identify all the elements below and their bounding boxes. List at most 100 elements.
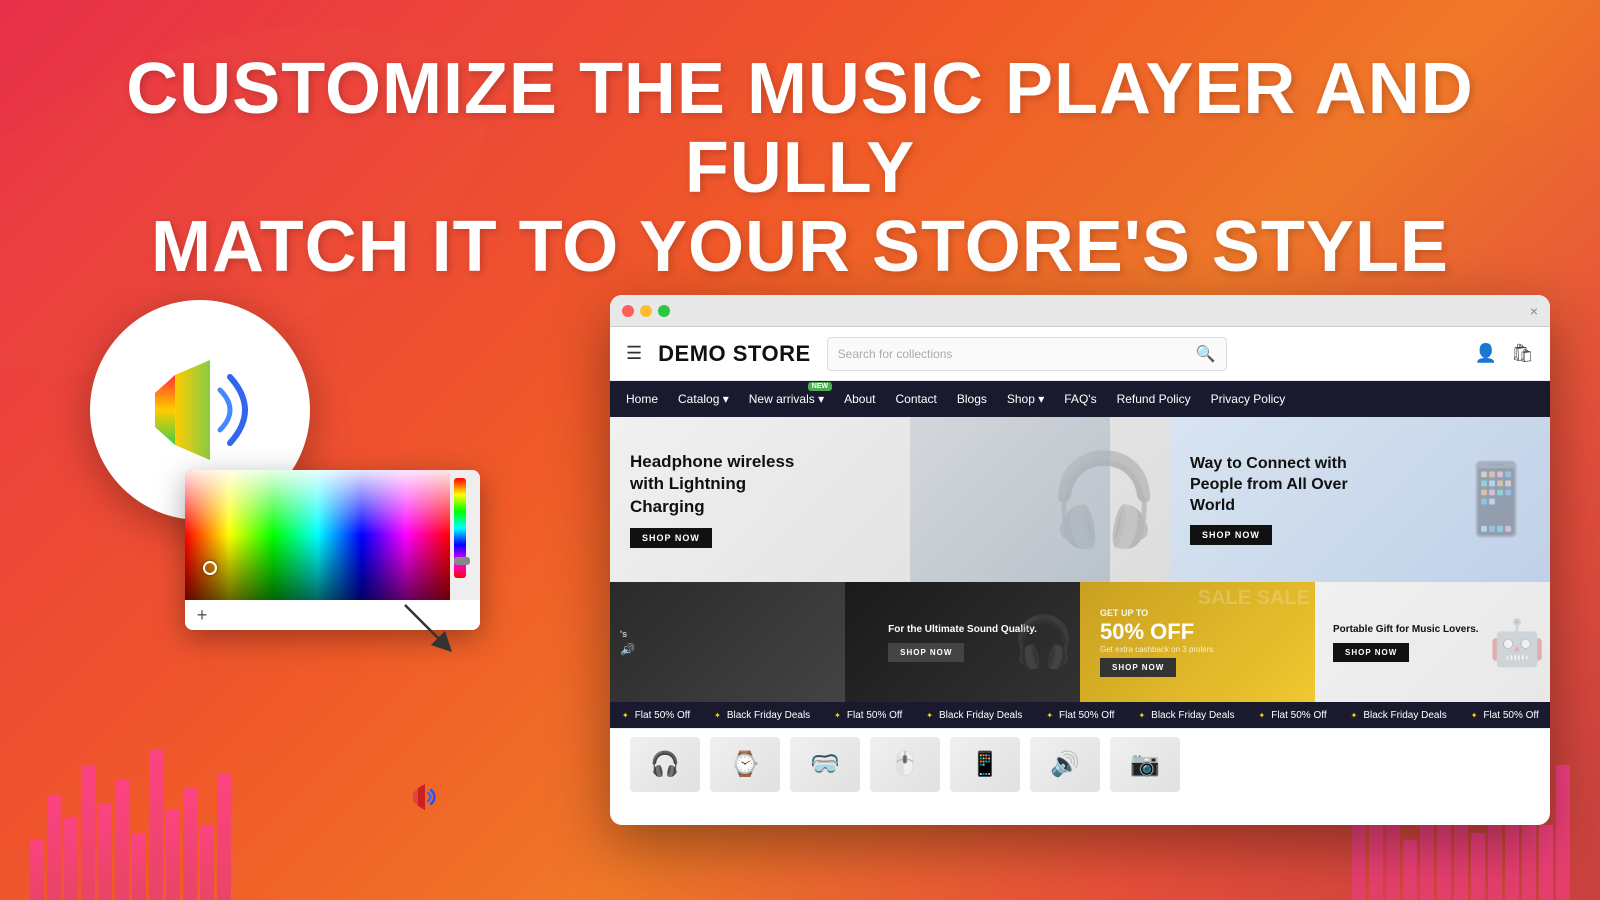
hero-right-shop-btn[interactable]: SHOP NOW xyxy=(1190,525,1272,545)
user-icon[interactable]: 👤 xyxy=(1475,343,1497,364)
product-2-discount: 50% OFF xyxy=(1100,619,1213,645)
store-header: ☰ DEMO STORE Search for collections 🔍 👤 … xyxy=(610,327,1550,381)
speaker-small-indicator xyxy=(410,784,442,810)
sound-bar xyxy=(1369,818,1383,900)
traffic-light-yellow[interactable] xyxy=(640,305,652,317)
arrow-connector xyxy=(395,595,455,655)
cart-icon[interactable]: 🛍 xyxy=(1511,343,1534,364)
speaker-small-icon xyxy=(410,784,442,810)
thumb-watch[interactable]: ⌚ xyxy=(710,737,780,792)
ticker-item: ✦ Black Friday Deals xyxy=(1339,710,1459,721)
sound-bar xyxy=(149,750,163,900)
product-2-title: GET UP TO xyxy=(1100,607,1213,620)
product-0-img: 🔊 xyxy=(620,643,634,656)
product-card-0: 's 🔊 xyxy=(610,582,845,702)
ticker-item: ✦ Black Friday Deals xyxy=(914,710,1034,721)
ticker-item: ✦ Flat 50% Off xyxy=(1247,710,1339,721)
sound-bars-left xyxy=(0,700,250,900)
nav-new-arrivals[interactable]: New arrivals ▾ NEW xyxy=(749,392,824,406)
ticker-star: ✦ xyxy=(1046,711,1053,720)
nav-home[interactable]: Home xyxy=(626,392,658,406)
hero-right-title: Way to Connect with People from All Over… xyxy=(1190,454,1370,516)
hero-left-content: Headphone wireless with Lightning Chargi… xyxy=(630,451,810,547)
traffic-light-green[interactable] xyxy=(658,305,670,317)
hero-left-image xyxy=(910,417,1110,582)
plus-icon[interactable]: + xyxy=(193,606,211,624)
thumb-mouse[interactable]: 🖱️ xyxy=(870,737,940,792)
sound-bar xyxy=(1556,765,1570,900)
search-placeholder: Search for collections xyxy=(838,347,1188,361)
ticker-star: ✦ xyxy=(1138,711,1145,720)
sound-bar xyxy=(132,833,146,900)
product-3-icon: 🤖 xyxy=(1489,616,1545,669)
hero-left: Headphone wireless with Lightning Chargi… xyxy=(610,417,1170,582)
sound-bar xyxy=(1471,833,1485,900)
ticker-star: ✦ xyxy=(834,711,841,720)
color-gradient-overlay xyxy=(185,470,450,600)
hero-right: Way to Connect with People from All Over… xyxy=(1170,417,1550,582)
ticker-star: ✦ xyxy=(926,711,933,720)
thumb-speaker[interactable]: 🔊 xyxy=(1030,737,1100,792)
search-icon: 🔍 xyxy=(1196,344,1216,364)
hero-left-shop-btn[interactable]: SHOP NOW xyxy=(630,528,712,548)
thumbnails-row: 🎧 ⌚ 🥽 🖱️ 📱 🔊 📷 xyxy=(610,728,1550,800)
nav-catalog[interactable]: Catalog ▾ xyxy=(678,392,729,406)
nav-about[interactable]: About xyxy=(844,392,875,406)
sound-bar xyxy=(81,765,95,900)
ticker-item: ✦ Black Friday Deals xyxy=(702,710,822,721)
traffic-light-red[interactable] xyxy=(622,305,634,317)
ticker-star: ✦ xyxy=(622,711,629,720)
nav-shop[interactable]: Shop ▾ xyxy=(1007,392,1044,406)
sound-bar xyxy=(166,810,180,900)
nav-blogs[interactable]: Blogs xyxy=(957,392,987,406)
store-name: DEMO STORE xyxy=(658,341,811,367)
thumb-vr[interactable]: 🥽 xyxy=(790,737,860,792)
hero-right-decoration: 📱 xyxy=(1453,459,1540,541)
ticker-bar: ✦ Flat 50% Off ✦ Black Friday Deals ✦ Fl… xyxy=(610,702,1550,728)
hue-thumb[interactable] xyxy=(454,557,470,565)
color-gradient[interactable] xyxy=(185,470,450,600)
header-icons: 👤 🛍 xyxy=(1475,343,1534,364)
hero-left-title: Headphone wireless with Lightning Chargi… xyxy=(630,451,810,517)
product-card-2: GET UP TO 50% OFF Get extra cashback on … xyxy=(1080,582,1315,702)
product-3-title: Portable Gift for Music Lovers. xyxy=(1333,623,1479,637)
browser-close-button[interactable]: × xyxy=(1530,303,1538,319)
hue-slider-container xyxy=(450,470,480,600)
ticker-star: ✦ xyxy=(1351,711,1358,720)
ticker-star: ✦ xyxy=(714,711,721,720)
ticker-star: ✦ xyxy=(1259,711,1266,720)
product-3-btn[interactable]: SHOP NOW xyxy=(1333,643,1409,662)
sound-bar xyxy=(200,825,214,900)
thumb-earbuds[interactable]: 🎧 xyxy=(630,737,700,792)
product-0-sub: 's xyxy=(620,628,634,641)
sound-bar xyxy=(30,840,44,900)
ticker-item: ✦ Flat 50% Off xyxy=(610,710,702,721)
sound-bar xyxy=(183,788,197,900)
new-badge: NEW xyxy=(808,382,832,391)
product-1-icon: 🎧 xyxy=(1013,613,1075,672)
menu-icon[interactable]: ☰ xyxy=(626,343,642,364)
thumb-camera[interactable]: 📷 xyxy=(1110,737,1180,792)
product-1-btn[interactable]: SHOP NOW xyxy=(888,643,964,662)
sound-bar xyxy=(217,773,231,900)
ticker-star: ✦ xyxy=(1471,711,1478,720)
nav-refund[interactable]: Refund Policy xyxy=(1117,392,1191,406)
search-bar[interactable]: Search for collections 🔍 xyxy=(827,337,1227,371)
nav-contact[interactable]: Contact xyxy=(895,392,936,406)
ticker-item: ✦ Black Friday Deals xyxy=(1126,710,1246,721)
thumb-phone[interactable]: 📱 xyxy=(950,737,1020,792)
headline-line1: CUSTOMIZE THE MUSIC PLAYER AND FULLY xyxy=(126,49,1473,208)
hero-section: Headphone wireless with Lightning Chargi… xyxy=(610,417,1550,582)
ticker-item: ✦ Flat 50% Off xyxy=(1034,710,1126,721)
sound-bar xyxy=(64,818,78,900)
product-2-btn[interactable]: SHOP NOW xyxy=(1100,658,1176,677)
product-grid: 's 🔊 For the Ultimate Sound Quality. SHO… xyxy=(610,582,1550,702)
hero-right-content: Way to Connect with People from All Over… xyxy=(1190,454,1370,544)
speaker-icon xyxy=(125,355,275,465)
nav-faqs[interactable]: FAQ's xyxy=(1064,392,1096,406)
sound-bar xyxy=(115,780,129,900)
sound-bar xyxy=(98,803,112,900)
ticker-item: ✦ Flat 50% Off xyxy=(822,710,914,721)
nav-privacy[interactable]: Privacy Policy xyxy=(1211,392,1286,406)
sound-bar xyxy=(1403,840,1417,900)
